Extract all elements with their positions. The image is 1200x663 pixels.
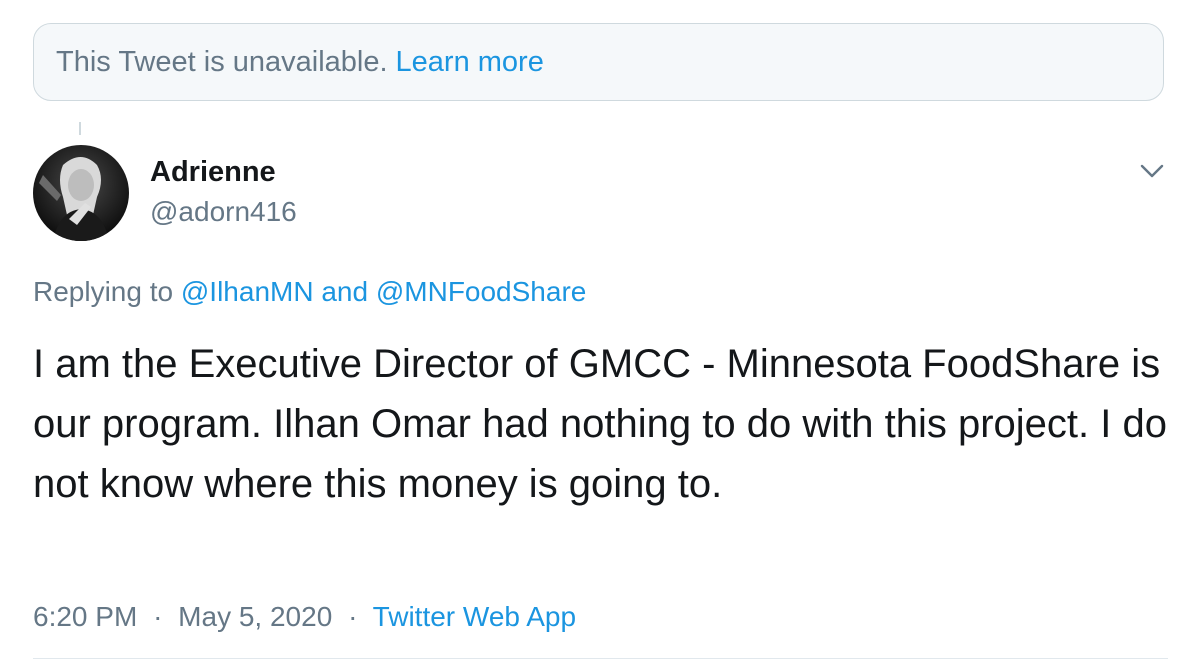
metadata-separator: · xyxy=(153,601,163,632)
unavailable-tweet-notice: This Tweet is unavailable. Learn more xyxy=(33,23,1164,101)
tweet-time[interactable]: 6:20 PM xyxy=(33,601,137,632)
tweet-source-link[interactable]: Twitter Web App xyxy=(373,601,576,632)
learn-more-link[interactable]: Learn more xyxy=(396,46,544,79)
user-avatar-photo-icon xyxy=(33,145,129,241)
replying-conjunction[interactable]: and xyxy=(321,276,368,307)
replying-to-line: Replying to @IlhanMN and @MNFoodShare xyxy=(33,276,586,308)
mention-ilhanmn-link[interactable]: @IlhanMN xyxy=(181,276,314,307)
metadata-separator: · xyxy=(348,601,358,632)
tweet-menu-button[interactable] xyxy=(1138,160,1166,182)
author-handle[interactable]: @adorn416 xyxy=(150,196,297,228)
mention-mnfoodshare-link[interactable]: @MNFoodShare xyxy=(376,276,587,307)
replying-to-prefix: Replying to xyxy=(33,276,174,307)
divider xyxy=(33,658,1168,659)
unavailable-notice-text: This Tweet is unavailable. xyxy=(56,45,388,78)
thread-connector-line xyxy=(79,122,81,135)
author-display-name[interactable]: Adrienne xyxy=(150,156,276,189)
chevron-down-icon xyxy=(1140,164,1164,178)
avatar[interactable] xyxy=(33,145,129,241)
tweet-date[interactable]: May 5, 2020 xyxy=(178,601,332,632)
tweet-body-text: I am the Executive Director of GMCC - Mi… xyxy=(33,342,1167,506)
tweet-metadata: 6:20 PM · May 5, 2020 · Twitter Web App xyxy=(33,601,576,633)
